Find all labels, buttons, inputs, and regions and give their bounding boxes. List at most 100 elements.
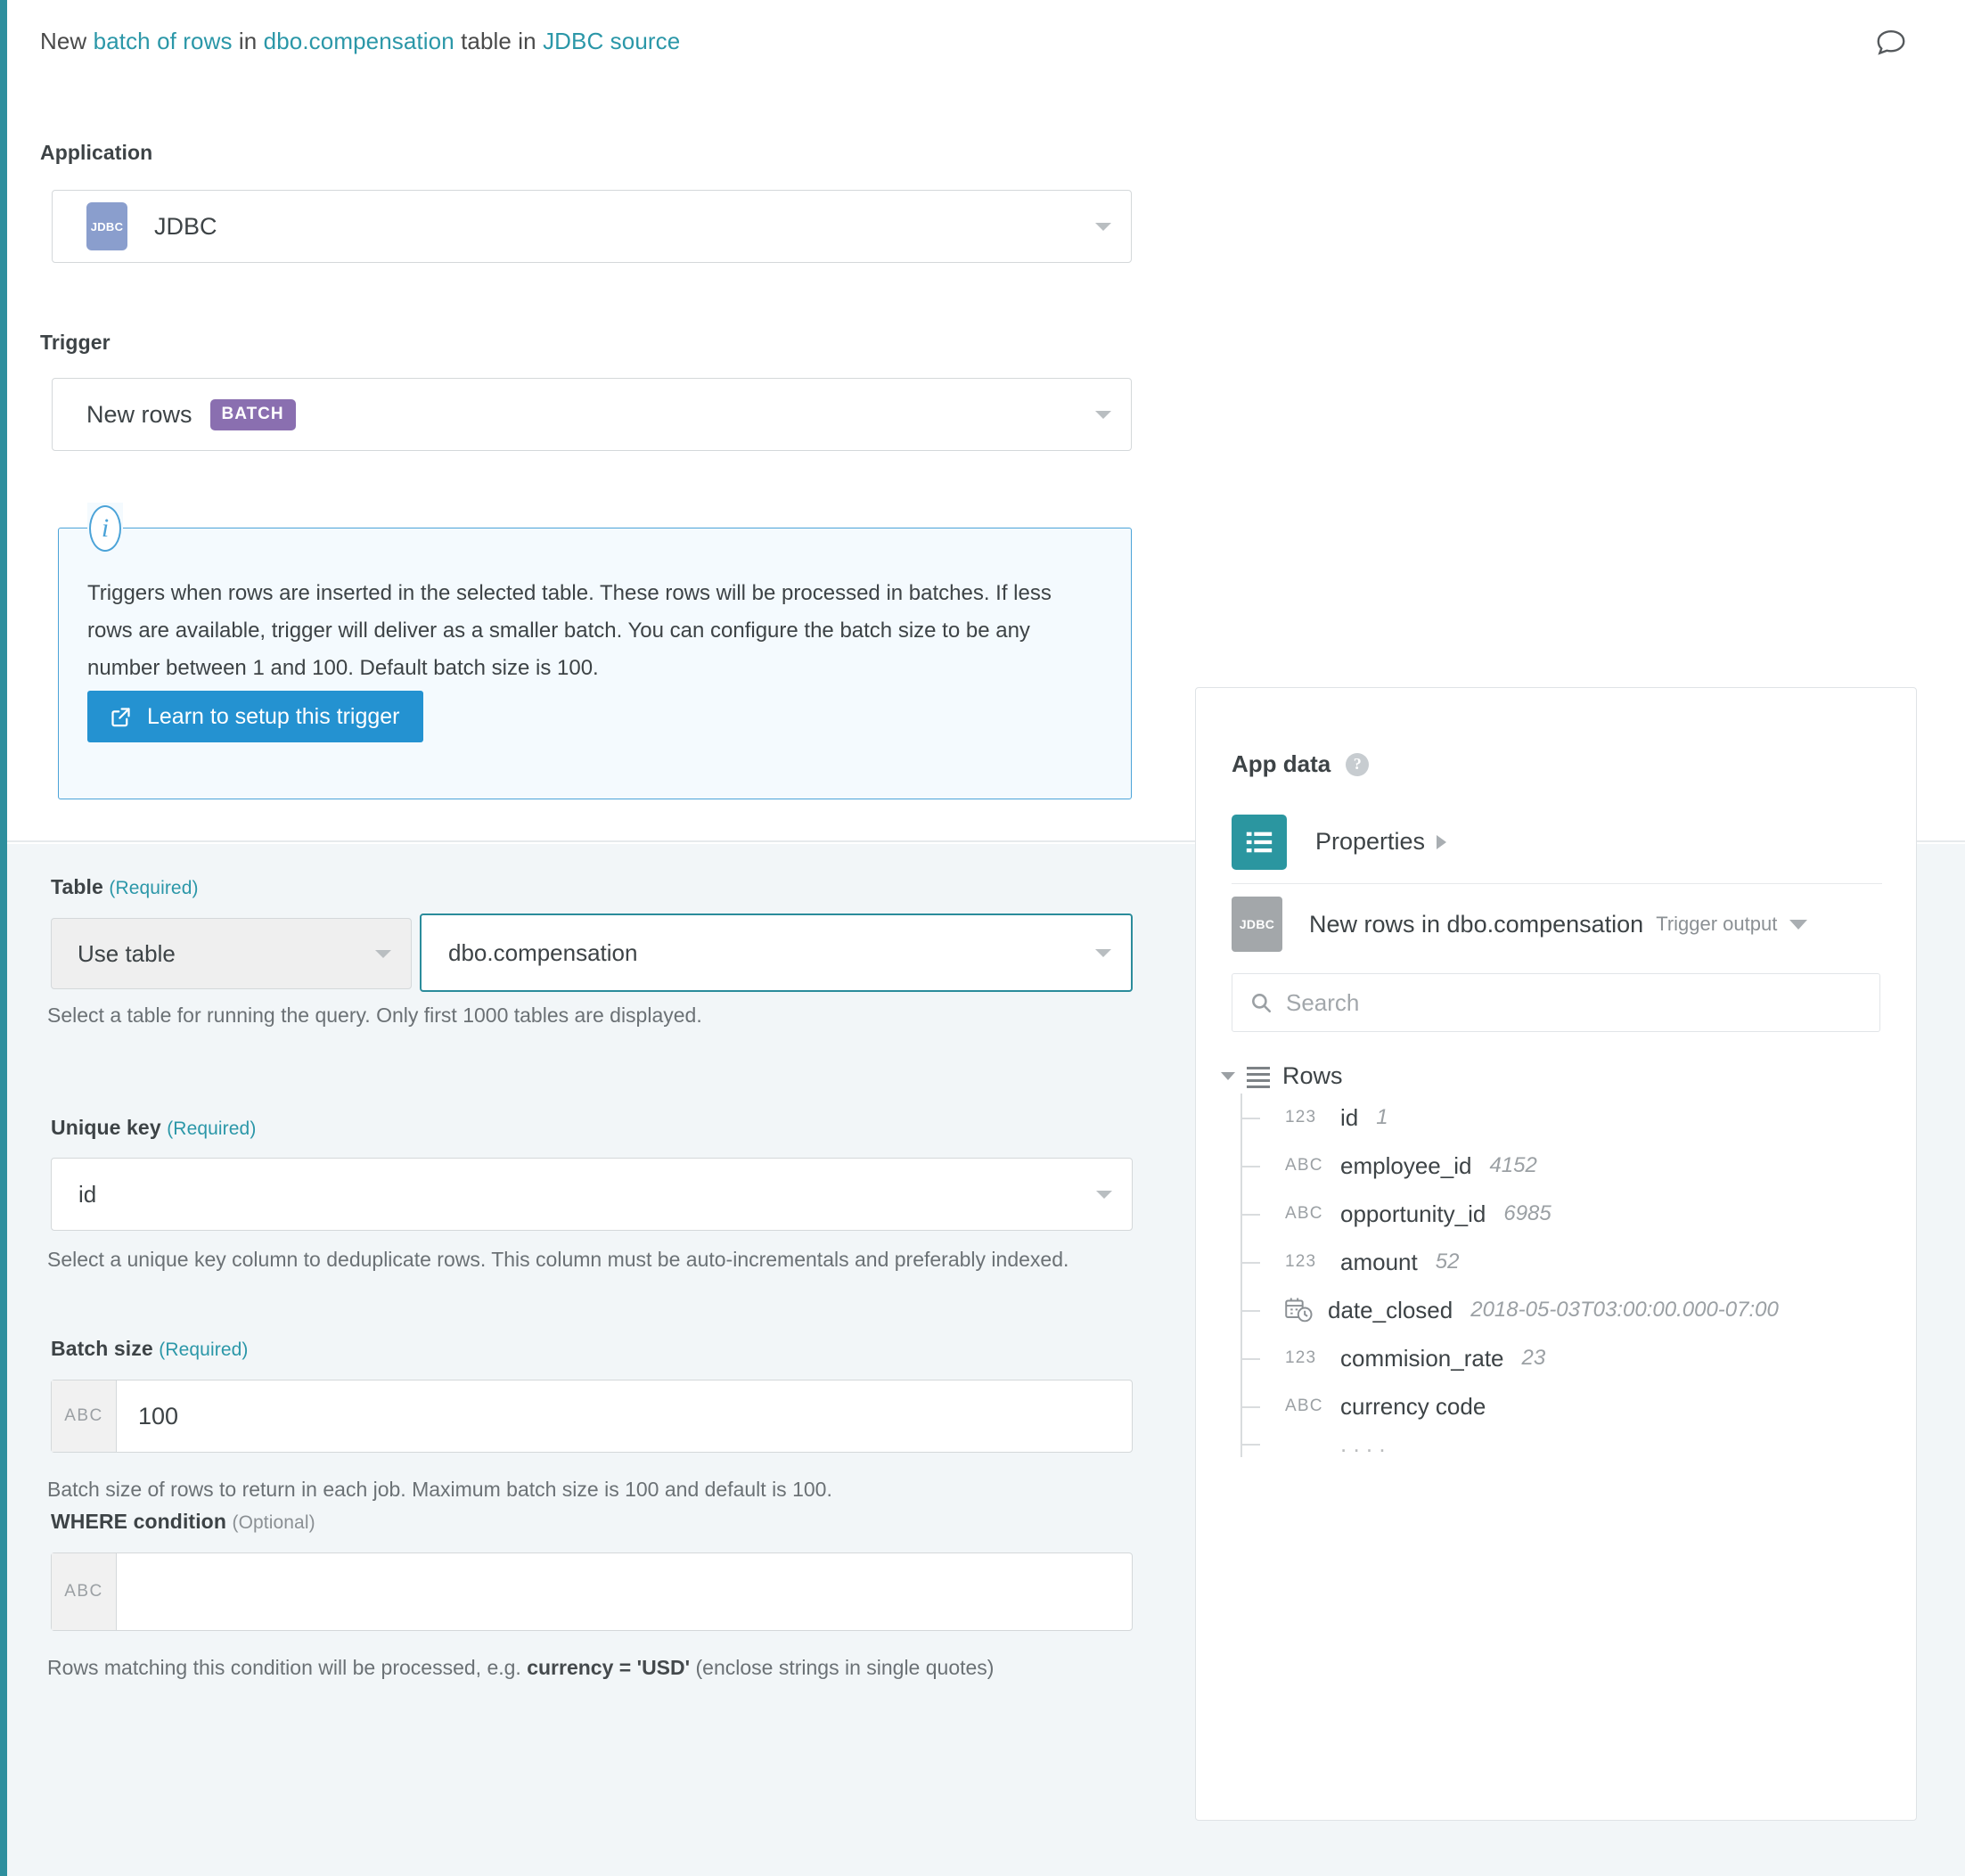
where-condition-input-wrapper[interactable]: ABC [51, 1552, 1133, 1631]
app-data-title: App data ? [1232, 750, 1369, 778]
search-placeholder: Search [1286, 989, 1359, 1017]
app-data-properties-row[interactable]: Properties [1232, 800, 1882, 884]
field-value: 4152 [1489, 1153, 1536, 1178]
list-icon [1232, 815, 1287, 870]
type-badge-text-icon: ABC [1285, 1156, 1328, 1176]
breadcrumb-link-table[interactable]: dbo.compensation [264, 28, 454, 54]
jdbc-app-icon: JDBC [86, 202, 127, 250]
breadcrumb-link-batch-of-rows[interactable]: batch of rows [94, 28, 233, 54]
table-name-select[interactable]: dbo.compensation [420, 913, 1133, 992]
type-badge-number-icon: 123 [1285, 1108, 1328, 1127]
comment-icon[interactable] [1874, 25, 1910, 61]
external-link-icon [109, 705, 133, 729]
breadcrumb-part-0: New [40, 28, 94, 54]
unique-key-helper-text: Select a unique key column to deduplicat… [47, 1242, 1143, 1276]
application-select[interactable]: JDBC JDBC [52, 190, 1132, 263]
field-value: 1 [1376, 1105, 1388, 1130]
table-mode-value: Use table [78, 940, 176, 968]
chevron-down-icon [375, 950, 391, 958]
table-label-text: Table [51, 875, 103, 898]
batch-size-input[interactable]: 100 [117, 1380, 1132, 1452]
trigger-output-sublabel: Trigger output [1656, 913, 1777, 936]
field-value: 6985 [1503, 1201, 1551, 1226]
trigger-select[interactable]: New rows BATCH [52, 378, 1132, 451]
list-item[interactable]: ABC opportunity_id 6985 [1242, 1190, 1898, 1238]
tree-root-rows[interactable]: Rows [1221, 1058, 1898, 1094]
batch-badge: BATCH [210, 399, 296, 430]
breadcrumb-link-source[interactable]: JDBC source [543, 28, 680, 54]
field-name-cutoff: . . . . [1340, 1430, 1386, 1457]
app-data-search[interactable]: Search [1232, 973, 1880, 1032]
field-name: commision_rate [1340, 1345, 1504, 1372]
list-item[interactable]: 123 id 1 [1242, 1094, 1898, 1142]
field-value: 52 [1436, 1249, 1460, 1274]
question-mark-icon[interactable]: ? [1346, 753, 1369, 776]
batch-size-helper-text: Batch size of rows to return in each job… [47, 1472, 1143, 1506]
field-value: 23 [1522, 1346, 1546, 1371]
list-item[interactable]: 123 commision_rate 23 [1242, 1334, 1898, 1382]
chevron-down-icon [1095, 949, 1111, 957]
breadcrumb-part-4: table in [454, 28, 543, 54]
list-item[interactable]: 123 amount 52 [1242, 1238, 1898, 1286]
type-badge-number-icon: 123 [1285, 1252, 1328, 1272]
where-condition-optional-tag: (Optional) [232, 1512, 315, 1533]
where-condition-label-text: WHERE condition [51, 1510, 226, 1533]
where-helper-example: currency = 'USD' [527, 1656, 690, 1679]
batch-size-label-text: Batch size [51, 1337, 153, 1360]
field-name: currency code [1340, 1393, 1486, 1421]
table-mode-select[interactable]: Use table [51, 918, 412, 989]
table-required-tag: (Required) [109, 878, 198, 898]
chevron-down-icon [1096, 1191, 1112, 1199]
breadcrumb-part-2: in [233, 28, 264, 54]
callout-description: Triggers when rows are inserted in the s… [87, 575, 1090, 687]
learn-button-label: Learn to setup this trigger [147, 704, 400, 730]
batch-size-label: Batch size (Required) [51, 1337, 248, 1361]
batch-size-required-tag: (Required) [159, 1339, 248, 1360]
unique-key-value: id [78, 1181, 96, 1208]
left-accent-rail [0, 0, 7, 1876]
field-name: date_closed [1328, 1297, 1453, 1324]
field-name: amount [1340, 1249, 1418, 1276]
tree-root-label: Rows [1282, 1062, 1343, 1090]
properties-label: Properties [1315, 828, 1425, 856]
jdbc-app-icon: JDBC [1232, 897, 1282, 952]
list-item-partial[interactable]: . . . . [1242, 1430, 1898, 1457]
app-data-trigger-row[interactable]: JDBC New rows in dbo.compensation Trigge… [1232, 886, 1882, 963]
learn-to-setup-trigger-button[interactable]: Learn to setup this trigger [87, 691, 423, 742]
info-icon: i [87, 503, 123, 554]
field-value: 2018-05-03T03:00:00.000-07:00 [1470, 1298, 1779, 1323]
list-item[interactable]: date_closed 2018-05-03T03:00:00.000-07:0… [1242, 1286, 1898, 1334]
field-name: opportunity_id [1340, 1200, 1486, 1228]
calendar-clock-icon [1285, 1297, 1315, 1323]
trigger-configuration-page: New batch of rows in dbo.compensation ta… [0, 0, 1965, 1876]
breadcrumb: New batch of rows in dbo.compensation ta… [40, 25, 1929, 57]
list-item[interactable]: ABC currency code [1242, 1382, 1898, 1430]
list-item[interactable]: ABC employee_id 4152 [1242, 1142, 1898, 1190]
tree-children: 123 id 1 ABC employee_id 4152 ABC opport… [1240, 1094, 1898, 1457]
batch-size-input-wrapper[interactable]: ABC 100 [51, 1380, 1133, 1453]
trigger-value: New rows [86, 401, 192, 429]
chevron-down-icon[interactable] [1221, 1072, 1235, 1080]
chevron-right-icon [1437, 835, 1446, 849]
app-data-panel: App data ? Properties JDBC New rows in d… [1195, 687, 1917, 1821]
where-helper-pre: Rows matching this condition will be pro… [47, 1656, 527, 1679]
chevron-down-icon [1095, 411, 1111, 419]
chevron-down-icon[interactable] [1789, 920, 1807, 930]
app-data-title-text: App data [1232, 750, 1330, 778]
type-badge-number-icon: 123 [1285, 1348, 1328, 1368]
app-data-tree: Rows 123 id 1 ABC employee_id 4152 ABC o… [1221, 1058, 1898, 1457]
application-label: Application [40, 141, 152, 165]
unique-key-label: Unique key (Required) [51, 1116, 256, 1140]
batch-size-type-badge: ABC [52, 1380, 117, 1452]
where-condition-input[interactable] [117, 1553, 1132, 1630]
field-name: id [1340, 1104, 1358, 1132]
trigger-info-callout: i Triggers when rows are inserted in the… [58, 528, 1132, 799]
where-condition-label: WHERE condition (Optional) [51, 1510, 315, 1534]
table-name-value: dbo.compensation [448, 939, 637, 967]
unique-key-select[interactable]: id [51, 1158, 1133, 1231]
where-condition-type-badge: ABC [52, 1553, 117, 1630]
chevron-down-icon [1095, 223, 1111, 231]
table-helper-text: Select a table for running the query. On… [47, 998, 1143, 1032]
trigger-output-label: New rows in dbo.compensation [1309, 911, 1643, 938]
unique-key-required-tag: (Required) [167, 1118, 256, 1139]
